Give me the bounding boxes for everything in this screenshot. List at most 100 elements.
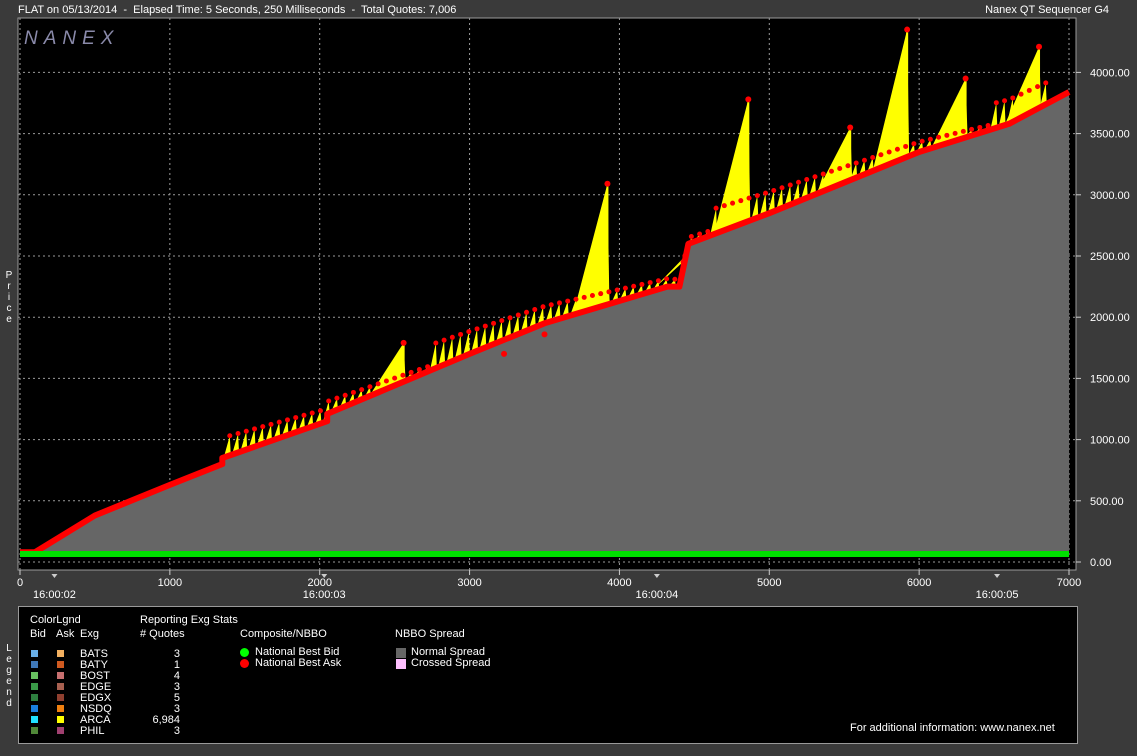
spike-dot-small	[664, 276, 670, 282]
time-tick-label: 16:00:02	[33, 589, 76, 601]
spike-dot-small	[853, 160, 859, 166]
spike-dot-small	[1026, 87, 1032, 93]
spike-dot-small	[1002, 98, 1008, 104]
bid-swatch-baty	[31, 661, 38, 668]
y-tick-label: 0.00	[1090, 557, 1111, 569]
legend-panel: ColorLgnd Bid Ask Exg Reporting Exg Stat…	[18, 606, 1078, 744]
spike-dot-small	[260, 424, 266, 430]
time-marker	[51, 574, 58, 578]
spike-dot-small	[919, 138, 925, 144]
ask-swatch-bats	[57, 650, 64, 657]
spike-dot-small	[944, 132, 950, 138]
spike-dot-small	[548, 302, 554, 308]
spike-dot-small	[474, 326, 480, 332]
spike-peak-dot	[962, 75, 969, 82]
ask-swatch-bost	[57, 672, 64, 679]
y-tick-label: 3500.00	[1090, 129, 1130, 141]
spike-dot-small	[746, 195, 752, 201]
spike-dot-small	[680, 259, 686, 265]
exchange-quotes: 3	[173, 725, 180, 737]
x-tick-label: 0	[17, 577, 23, 589]
spike-dot-small	[754, 193, 760, 199]
spike-dot-small	[622, 285, 628, 291]
spike-dot-small	[565, 298, 571, 304]
time-tick-label: 16:00:04	[635, 589, 678, 601]
y-axis: 0.00 500.00 1000.00 1500.00 2000.00 2500.00 30…	[1076, 67, 1130, 569]
spike-peak-dot	[604, 180, 611, 187]
spike-dot-small	[927, 136, 933, 142]
footer-link[interactable]: For additional information: www.nanex.ne…	[850, 722, 1055, 734]
spike-dot-small	[532, 307, 538, 313]
spike-dot-small	[408, 369, 414, 375]
spike-dot-small	[449, 334, 455, 340]
spike-dot-small	[507, 315, 513, 321]
x-tick-label: 6000	[907, 577, 931, 589]
spike-dot-small	[425, 364, 431, 370]
spike-dot-small	[878, 152, 884, 158]
spike-dot-small	[639, 281, 645, 287]
spike-peak-dot	[847, 124, 854, 131]
y-tick-label: 2500.00	[1090, 251, 1130, 263]
price-chart: 0.00 500.00 1000.00 1500.00 2000.00 2500.00 30…	[17, 17, 1130, 601]
spike-dot-small	[350, 389, 356, 395]
ask-header: Ask	[56, 628, 75, 640]
spike-dot-small	[738, 198, 744, 204]
spike-dot-small	[845, 163, 851, 169]
y-tick-label: 4000.00	[1090, 67, 1130, 79]
color-legend-title: ColorLgnd	[30, 614, 81, 626]
x-tick-label: 5000	[757, 577, 781, 589]
y-tick-label: 1500.00	[1090, 373, 1130, 385]
ask-swatch-edge	[57, 683, 64, 690]
spike-dot-small	[705, 228, 711, 234]
spike-dot-small	[375, 381, 381, 387]
spike-dot-small	[894, 146, 900, 152]
spike-dot-small	[441, 337, 447, 343]
spike-dot-small	[903, 143, 909, 149]
x-tick-label: 1000	[158, 577, 182, 589]
ask-swatch-phil	[57, 727, 64, 734]
spike-dot-small	[334, 395, 340, 401]
x-axis: 0 1000 2000 3000 4000 5000 6000 7000 16:00:02 16:…	[17, 570, 1081, 601]
spike-dot-small	[359, 387, 365, 393]
spread-item-crossed: Crossed Spread	[411, 657, 491, 669]
bid-swatch-edgx	[31, 694, 38, 701]
normal-spread-swatch	[396, 648, 406, 658]
time-marker	[653, 574, 660, 578]
y-tick-label: 1000.00	[1090, 435, 1130, 447]
spike-dot-small	[647, 280, 653, 286]
spike-dot-small	[960, 128, 966, 134]
spike-dot-small	[870, 154, 876, 160]
spike-dot-small	[820, 171, 826, 177]
bid-swatch-phil	[31, 727, 38, 734]
spike-dot-small	[284, 417, 290, 423]
spike-dot-small	[936, 134, 942, 140]
quotes-header: # Quotes	[140, 628, 185, 640]
composite-item-ask: National Best Ask	[255, 657, 342, 669]
spike-dot-small	[672, 276, 678, 282]
exg-header: Exg	[80, 628, 99, 640]
spike-dot-small	[515, 312, 521, 318]
spike-dot-small	[466, 329, 472, 335]
spike-dot-small	[763, 190, 769, 196]
national-best-ask-icon	[240, 659, 249, 668]
time-marker	[994, 574, 1001, 578]
spike-dot-small	[713, 205, 719, 211]
y-tick-label: 3000.00	[1090, 190, 1130, 202]
spike-dot-small	[861, 157, 867, 163]
spike-dot-small	[977, 124, 983, 130]
spike-dot-small	[482, 323, 488, 329]
spike-dot-small	[524, 309, 530, 315]
spike-dot-small	[993, 100, 999, 106]
spike-dot-small	[952, 130, 958, 136]
spike-dot-small	[779, 185, 785, 191]
spike-dot-small	[400, 372, 406, 378]
spike-dot-small	[787, 182, 793, 188]
bid-swatch-nsdq	[31, 705, 38, 712]
spike-dot-small	[301, 412, 307, 418]
crossed-spread-swatch	[396, 659, 406, 669]
spike-dot-small	[606, 289, 612, 295]
spike-dot-small	[812, 174, 818, 180]
spike-dot-small	[697, 231, 703, 237]
x-tick-label: 2000	[307, 577, 331, 589]
spike-dot-small	[235, 430, 241, 436]
